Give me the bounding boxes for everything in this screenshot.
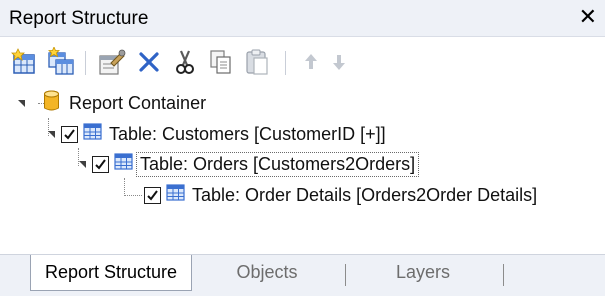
tab-label: Objects	[236, 262, 298, 282]
tree-node-label: Report Container	[69, 92, 207, 113]
delete-icon[interactable]	[134, 47, 164, 77]
tab-objects[interactable]: Objects	[192, 255, 342, 290]
table-icon	[166, 184, 185, 206]
tab-separator	[345, 264, 346, 286]
paste-icon[interactable]	[242, 47, 272, 77]
toolbar-separator	[285, 51, 286, 75]
report-structure-panel: Report Structure ✕ Report Container Tabl…	[0, 0, 605, 296]
container-icon	[43, 90, 60, 117]
tree-node-label: Table: Customers [CustomerID [+]]	[109, 123, 386, 144]
move-down-icon[interactable]	[324, 47, 354, 77]
tab-label: Layers	[395, 262, 451, 282]
tree-connector	[124, 178, 125, 194]
node-checkbox[interactable]	[61, 125, 78, 143]
tab-report-structure[interactable]: Report Structure	[30, 255, 192, 291]
copy-icon[interactable]	[206, 47, 236, 77]
table-icon	[114, 153, 133, 175]
title-bar: Report Structure ✕	[0, 0, 605, 37]
cut-icon[interactable]	[170, 47, 200, 77]
node-checkbox[interactable]	[92, 155, 109, 173]
collapse-icon[interactable]	[79, 160, 86, 168]
tab-separator	[503, 264, 504, 286]
tree-node-customers[interactable]: Table: Customers [CustomerID [+]]	[48, 119, 389, 149]
tab-strip: Report Structure Objects Layers	[0, 254, 605, 296]
tree-connector	[124, 195, 142, 196]
report-tree: Report Container Table: Customers [Custo…	[0, 88, 605, 252]
toolbar	[0, 37, 605, 87]
tree-node-report-container[interactable]: Report Container	[18, 88, 209, 118]
collapse-icon[interactable]	[18, 99, 25, 107]
tree-node-order-details[interactable]: Table: Order Details [Orders2Order Detai…	[144, 180, 540, 210]
tree-node-label: Table: Orders [Customers2Orders]	[136, 151, 420, 177]
tab-layers[interactable]: Layers	[348, 255, 498, 290]
panel-title: Report Structure	[9, 8, 149, 29]
node-checkbox[interactable]	[144, 186, 161, 204]
new-subtable-icon[interactable]	[46, 45, 76, 77]
tree-node-orders[interactable]: Table: Orders [Customers2Orders]	[79, 149, 420, 179]
new-table-icon[interactable]	[10, 47, 40, 77]
move-up-icon[interactable]	[296, 47, 326, 77]
table-icon	[83, 123, 102, 145]
tab-label: Report Structure	[44, 262, 178, 282]
collapse-icon[interactable]	[48, 130, 55, 138]
tree-node-label: Table: Order Details [Orders2Order Detai…	[192, 184, 538, 205]
toolbar-separator	[85, 51, 86, 75]
properties-icon[interactable]	[97, 47, 127, 77]
close-icon[interactable]: ✕	[579, 4, 597, 30]
